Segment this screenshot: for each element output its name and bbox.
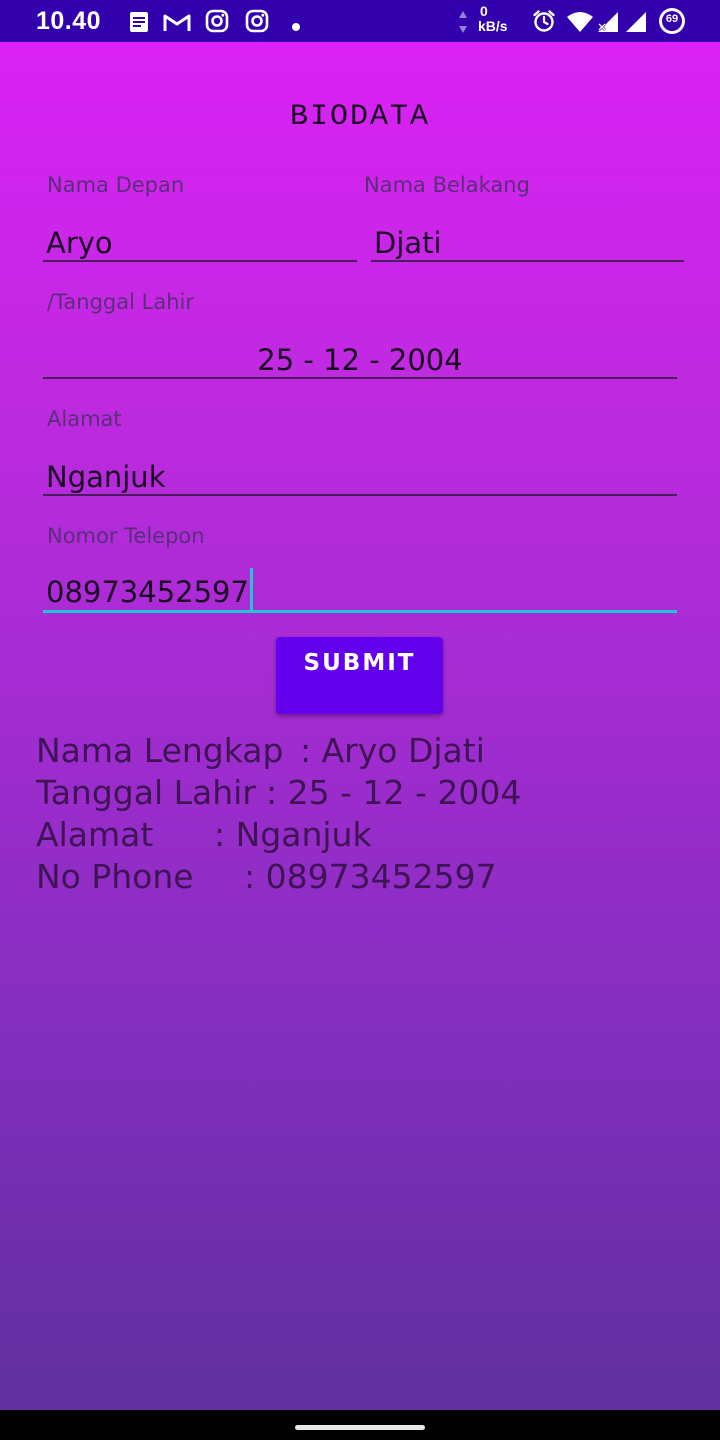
biodata-form-screen: BIODATA Nama Depan Aryo Nama Belakang Dj… <box>0 42 720 1410</box>
home-gesture-handle[interactable] <box>295 1425 425 1430</box>
result-label: No Phone <box>36 857 194 896</box>
phone-label: Nomor Telepon <box>47 524 205 548</box>
phone-value: 08973452597 <box>46 575 249 609</box>
instagram-icon <box>205 9 229 33</box>
last-name-label: Nama Belakang <box>364 173 530 197</box>
result-label: Nama Lengkap <box>36 731 284 770</box>
first-name-label: Nama Depan <box>47 173 185 197</box>
dot-icon <box>292 23 300 31</box>
speed-value: 0 <box>480 3 488 19</box>
status-time: 10.40 <box>36 7 102 35</box>
address-field[interactable]: Nganjuk <box>43 448 677 496</box>
birth-date-value: 25 - 12 - 2004 <box>257 343 463 377</box>
signal-icon <box>626 12 646 32</box>
first-name-value: Aryo <box>46 226 113 260</box>
status-bar: 10.40 0 kB/s 69 <box>0 0 720 42</box>
battery-icon: 69 <box>659 8 685 34</box>
speed-unit: kB/s <box>478 18 508 34</box>
notes-icon <box>130 12 148 32</box>
result-value: : Aryo Djati <box>300 731 485 770</box>
network-speed: 0 kB/s <box>459 3 508 34</box>
data-arrows-icon <box>459 11 467 33</box>
result-value: : 25 - 12 - 2004 <box>266 773 522 812</box>
submit-button[interactable]: SUBMIT <box>276 637 443 714</box>
phone-screen: 10.40 0 kB/s 69 BIODATA Nama Depan Aryo … <box>0 0 720 1440</box>
alarm-icon <box>533 10 555 32</box>
page-title: BIODATA <box>289 100 431 134</box>
last-name-value: Djati <box>374 226 442 260</box>
phone-value-wrapper: 08973452597 <box>46 568 253 610</box>
result-value: : Nganjuk <box>214 815 372 854</box>
first-name-field[interactable]: Aryo <box>43 214 357 262</box>
phone-field[interactable]: 08973452597 <box>43 565 677 613</box>
instagram-icon <box>245 9 269 33</box>
address-label: Alamat <box>47 407 122 431</box>
address-value: Nganjuk <box>46 460 166 494</box>
wifi-icon <box>567 12 593 32</box>
birth-date-label: /Tanggal Lahir <box>47 290 194 314</box>
last-name-field[interactable]: Djati <box>371 214 684 262</box>
result-label: Tanggal Lahir <box>36 773 256 812</box>
navigation-bar <box>0 1410 720 1440</box>
birth-date-field[interactable]: 25 - 12 - 2004 <box>43 331 677 379</box>
signal-icon <box>598 12 618 32</box>
text-cursor <box>249 568 253 610</box>
result-value: : 08973452597 <box>244 857 497 896</box>
battery-level: 69 <box>665 13 679 25</box>
gmail-icon <box>163 14 191 31</box>
result-label: Alamat <box>36 815 154 854</box>
